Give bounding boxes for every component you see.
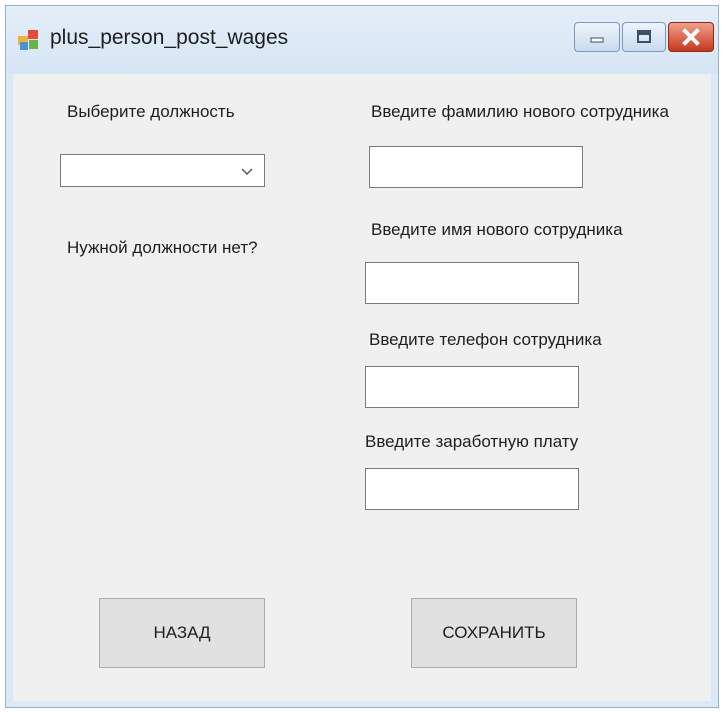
salary-input[interactable]: [365, 468, 579, 510]
missing-position-link[interactable]: Нужной должности нет?: [67, 238, 258, 258]
app-icon: [18, 30, 40, 50]
phone-input[interactable]: [365, 366, 579, 408]
surname-label: Введите фамилию нового сотрудника: [371, 102, 669, 121]
minimize-button[interactable]: [574, 22, 620, 52]
first-name-input[interactable]: [365, 262, 579, 304]
position-dropdown[interactable]: [60, 154, 265, 187]
form-body: Выберите должность Нужной должности нет?…: [13, 74, 711, 701]
phone-label: Введите телефон сотрудника: [369, 330, 602, 349]
back-button[interactable]: НАЗАД: [99, 598, 265, 668]
maximize-button[interactable]: [622, 22, 666, 52]
app-window: plus_person_post_wages Выберите должност…: [5, 5, 719, 708]
window-title: plus_person_post_wages: [50, 26, 289, 49]
surname-input[interactable]: [369, 146, 583, 188]
chevron-down-icon: [241, 168, 253, 175]
salary-label: Введите заработную плату: [365, 432, 579, 451]
close-icon: [682, 28, 700, 46]
save-button[interactable]: СОХРАНИТЬ: [411, 598, 577, 668]
maximize-icon: [637, 30, 651, 43]
title-bar[interactable]: plus_person_post_wages: [6, 6, 718, 74]
close-button[interactable]: [668, 22, 714, 52]
first-name-label: Введите имя нового сотрудника: [371, 220, 623, 239]
minimize-icon: [590, 37, 604, 43]
position-label: Выберите должность: [67, 102, 235, 121]
